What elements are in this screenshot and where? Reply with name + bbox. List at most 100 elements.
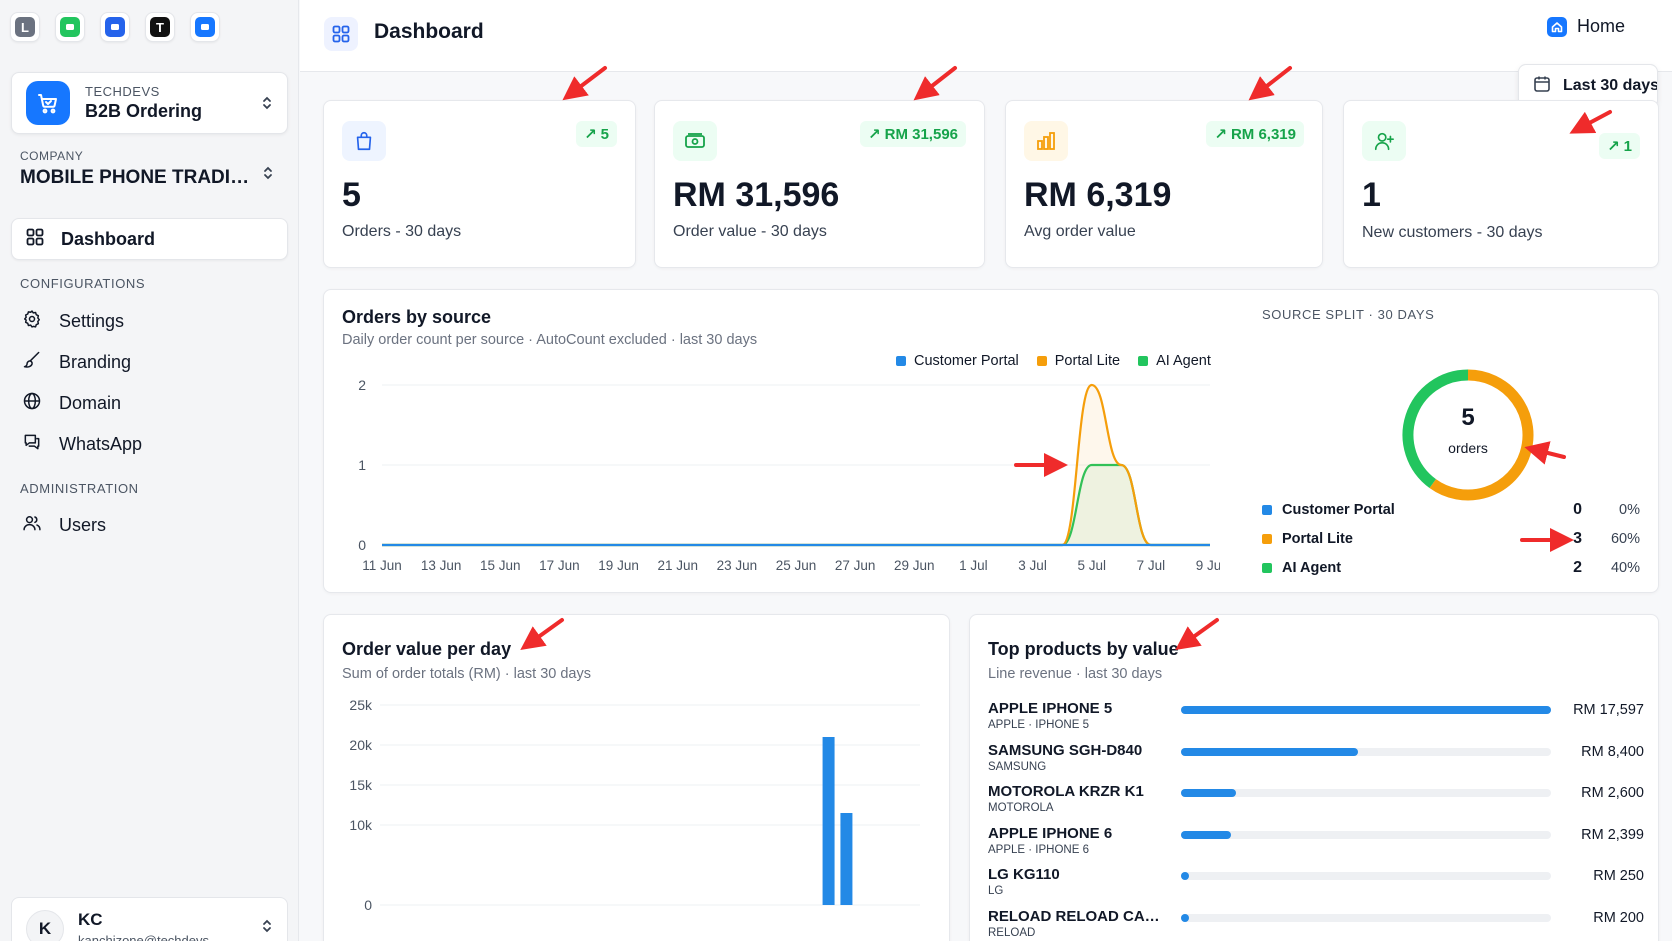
box-app-icon[interactable]: [190, 12, 220, 42]
stat-card-avg-order: ↗ RM 6,319 RM 6,319 Avg order value: [1005, 100, 1323, 268]
company-select[interactable]: MOBILE PHONE TRADING: [20, 167, 255, 189]
x-tick-label: 27 Jun: [835, 558, 876, 573]
product-name: LG KG110: [988, 866, 1060, 883]
trend-up-icon: ↗: [1607, 138, 1620, 155]
trend-up-icon: ↗: [584, 126, 597, 143]
donut-total-label: orders: [1448, 440, 1488, 456]
trend-badge: ↗ 5: [576, 121, 617, 147]
org-subtitle: TECHDEVS: [85, 84, 160, 99]
gear-icon: [22, 309, 42, 334]
value-bar: [822, 737, 835, 905]
product-brand: APPLE · IPHONE 6: [988, 843, 1089, 856]
stat-label: Order value - 30 days: [673, 223, 827, 240]
x-tick-label: 5 Jul: [1077, 558, 1106, 573]
sidebar: L T TECHDEVS B2B Ordering COMPANY MOBILE …: [0, 0, 299, 941]
shopping-bag-icon: [342, 121, 386, 161]
product-row[interactable]: APPLE IPHONE 5 APPLE · IPHONE 5 RM 17,597: [988, 700, 1644, 740]
sidebar-item-label: Users: [59, 514, 107, 535]
sidebar-item-settings[interactable]: Settings: [22, 306, 124, 336]
x-tick-label: 19 Jun: [598, 558, 639, 573]
stat-card-new-customers: ↗ 1 1 New customers - 30 days: [1343, 100, 1659, 268]
product-bar: [1181, 872, 1190, 880]
administration-label: ADMINISTRATION: [20, 481, 139, 496]
stat-label: Avg order value: [1024, 223, 1136, 240]
product-bar: [1181, 789, 1236, 797]
stat-label: New customers - 30 days: [1362, 224, 1543, 241]
stat-card-order-value: ↗ RM 31,596 RM 31,596 Order value - 30 da…: [654, 100, 985, 268]
calendar-icon: [1533, 75, 1551, 98]
messenger-app-icon[interactable]: [100, 12, 130, 42]
y-tick-label: 0: [358, 537, 366, 553]
y-tick-label: 1: [358, 457, 366, 473]
product-brand: MOTOROLA: [988, 802, 1054, 814]
product-row[interactable]: APPLE IPHONE 6 APPLE · IPHONE 6 RM 2,399: [988, 825, 1644, 865]
product-row[interactable]: MOTOROLA KRZR K1 MOTOROLA RM 2,600: [988, 783, 1644, 823]
product-value: RM 17,597: [1573, 702, 1644, 718]
l-app-icon[interactable]: L: [10, 12, 40, 42]
product-row[interactable]: RELOAD RELOAD CARD ... RELOAD RM 200: [988, 908, 1644, 941]
product-bar: [1181, 913, 1190, 922]
sidebar-item-label: Dashboard: [61, 228, 156, 249]
stat-value: 1: [1362, 176, 1381, 214]
product-bar-track: [1181, 913, 1551, 922]
product-value: RM 2,399: [1581, 826, 1644, 843]
legend-item[interactable]: AI Agent: [1138, 353, 1211, 369]
chart-legend: Customer Portal Portal Lite AI Agent: [896, 353, 1211, 369]
legend-item[interactable]: Customer Portal: [896, 353, 1019, 369]
product-value: RM 8,400: [1581, 743, 1644, 760]
y-tick-label: 10k: [349, 817, 373, 833]
x-tick-label: 13 Jun: [421, 558, 462, 573]
product-bar: [1181, 830, 1232, 839]
x-tick-label: 11 Jun: [362, 558, 402, 573]
orders-line-chart: 0 1 2 11 Jun 13 Jun 15 Jun 17 Jun 19 Jun 21 Jun 2…: [358, 377, 1220, 573]
company-label: COMPANY: [20, 149, 84, 163]
x-tick-label: 3 Jul: [1018, 558, 1047, 573]
split-row-portal-lite: Portal Lite 3 60%: [1262, 528, 1642, 550]
product-value: RM 200: [1593, 909, 1644, 926]
product-bar: [1181, 706, 1551, 714]
users-icon: [22, 513, 42, 538]
trend-badge: ↗ RM 6,319: [1206, 121, 1304, 147]
product-bar-track: [1181, 872, 1551, 880]
donut-total: 5: [1461, 404, 1475, 431]
product-bar-track: [1181, 789, 1551, 797]
sidebar-item-domain[interactable]: Domain: [22, 388, 121, 418]
stat-card-orders: ↗ 5 5 Orders - 30 days: [323, 100, 636, 268]
split-row-ai-agent: AI Agent 2 40%: [1262, 557, 1642, 579]
trend-badge: ↗ RM 31,596: [860, 121, 966, 147]
panel-subtitle: Daily order count per source · AutoCount…: [342, 332, 758, 348]
sidebar-item-users[interactable]: Users: [22, 510, 106, 540]
user-email: kanchizone@techdevs: [78, 933, 209, 941]
legend-item[interactable]: Portal Lite: [1036, 353, 1120, 369]
product-row[interactable]: SAMSUNG SGH-D840 SAMSUNG RM 8,400: [988, 742, 1644, 782]
product-bar-track: [1181, 830, 1551, 839]
product-name: APPLE IPHONE 5: [988, 700, 1113, 717]
chevron-updown-icon[interactable]: [262, 165, 274, 186]
product-value: RM 2,600: [1581, 785, 1644, 801]
product-brand: SAMSUNG: [988, 760, 1047, 773]
panel-title: Orders by source: [342, 307, 492, 327]
sidebar-item-branding[interactable]: Branding: [22, 347, 131, 377]
x-tick-label: 9 Jul: [1196, 558, 1220, 573]
value-bar: [840, 813, 853, 905]
sidebar-item-whatsapp[interactable]: WhatsApp: [22, 429, 142, 459]
home-link[interactable]: Home: [1547, 16, 1625, 37]
bar-chart-icon: [1024, 121, 1068, 161]
panel-title: Top products by value: [988, 639, 1179, 659]
sidebar-item-label: Settings: [59, 310, 125, 331]
chat-app-icon[interactable]: [55, 12, 85, 42]
product-bar: [1181, 747, 1358, 756]
globe-icon: [22, 391, 42, 416]
sidebar-item-dashboard[interactable]: Dashboard: [11, 218, 288, 260]
x-tick-label: 1 Jul: [959, 558, 988, 573]
product-brand: APPLE · IPHONE 5: [988, 719, 1089, 731]
t-app-icon[interactable]: T: [145, 12, 175, 42]
user-plus-icon: [1362, 121, 1406, 161]
donut-slice: [1429, 369, 1534, 501]
x-tick-label: 17 Jun: [539, 558, 580, 573]
org-switcher[interactable]: TECHDEVS B2B Ordering: [11, 72, 288, 134]
x-tick-label: 7 Jul: [1137, 558, 1166, 573]
trend-badge: ↗ 1: [1599, 133, 1640, 159]
user-menu[interactable]: K KC kanchizone@techdevs: [11, 897, 288, 941]
product-row[interactable]: LG KG110 LG RM 250: [988, 866, 1644, 906]
